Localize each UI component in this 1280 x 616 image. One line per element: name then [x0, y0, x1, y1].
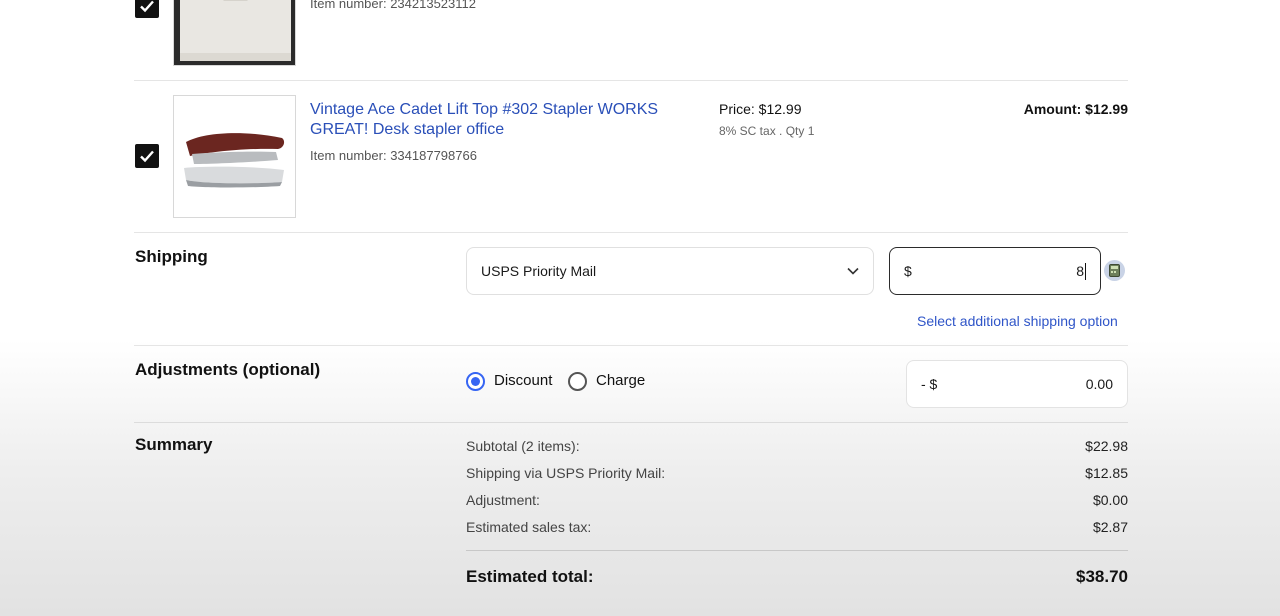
calculator-icon[interactable] [1104, 260, 1125, 281]
checkmark-icon [140, 0, 154, 13]
shipping-label: Shipping [135, 247, 208, 266]
summary-row-value: $0.00 [1092, 492, 1128, 508]
summary-row-label: Adjustment: [466, 492, 540, 508]
item-2-title-link[interactable]: Vintage Ace Cadet Lift Top #302 Stapler … [310, 100, 710, 140]
adjustment-amount-input[interactable]: - $ 0.00 [906, 360, 1128, 408]
shipping-service-value: USPS Priority Mail [481, 263, 597, 279]
charge-radio[interactable] [568, 372, 587, 391]
section-divider [134, 345, 1128, 346]
adjustments-label: Adjustments (optional) [135, 360, 321, 379]
item-1-checkbox[interactable] [135, 0, 159, 18]
chevron-down-icon [847, 267, 859, 275]
section-divider [134, 232, 1128, 233]
item-2-checkbox[interactable] [135, 144, 159, 168]
text-cursor [1085, 262, 1086, 280]
section-divider [134, 422, 1128, 423]
select-additional-shipping-link[interactable]: Select additional shipping option [917, 313, 1118, 329]
item-2-amount: Amount: $12.99 [1023, 101, 1128, 117]
summary-label: Summary [135, 435, 213, 454]
item-2-thumbnail[interactable] [173, 95, 296, 218]
summary-row-label: Estimated sales tax: [466, 519, 592, 535]
summary-row-value: $2.87 [1092, 519, 1128, 535]
stapler-image [174, 96, 295, 217]
discount-radio[interactable] [466, 372, 485, 391]
summary-row-label: Shipping via USPS Priority Mail: [466, 465, 666, 481]
estimated-total-value: $38.70 [1076, 567, 1128, 586]
estimated-total-label: Estimated total: [466, 567, 594, 586]
item-2-price: Price: $12.99 [719, 101, 802, 117]
item-divider [134, 80, 1128, 81]
adjustment-prefix: - $ [921, 376, 938, 392]
shipping-currency: $ [904, 263, 912, 279]
shirt-image [174, 0, 295, 65]
checkmark-icon [140, 150, 154, 163]
summary-row-value: $22.98 [1085, 438, 1128, 454]
item-1-thumbnail[interactable] [173, 0, 296, 66]
summary-total-divider [466, 550, 1128, 551]
adjustment-value: 0.00 [1085, 376, 1113, 392]
item-2-tax-qty: 8% SC tax . Qty 1 [719, 124, 815, 138]
shipping-cost-input[interactable]: $ 8 [889, 247, 1101, 295]
item-2-number: Item number: 334187798766 [310, 148, 477, 163]
item-1-number: Item number: 234213523112 [310, 0, 476, 11]
discount-label[interactable]: Discount [494, 372, 552, 389]
summary-row-value: $12.85 [1085, 465, 1128, 481]
shipping-cost-value: 8 [1076, 263, 1084, 279]
summary-row-label: Subtotal (2 items): [466, 438, 580, 454]
charge-label[interactable]: Charge [596, 372, 645, 389]
shipping-service-select[interactable]: USPS Priority Mail [466, 247, 874, 295]
